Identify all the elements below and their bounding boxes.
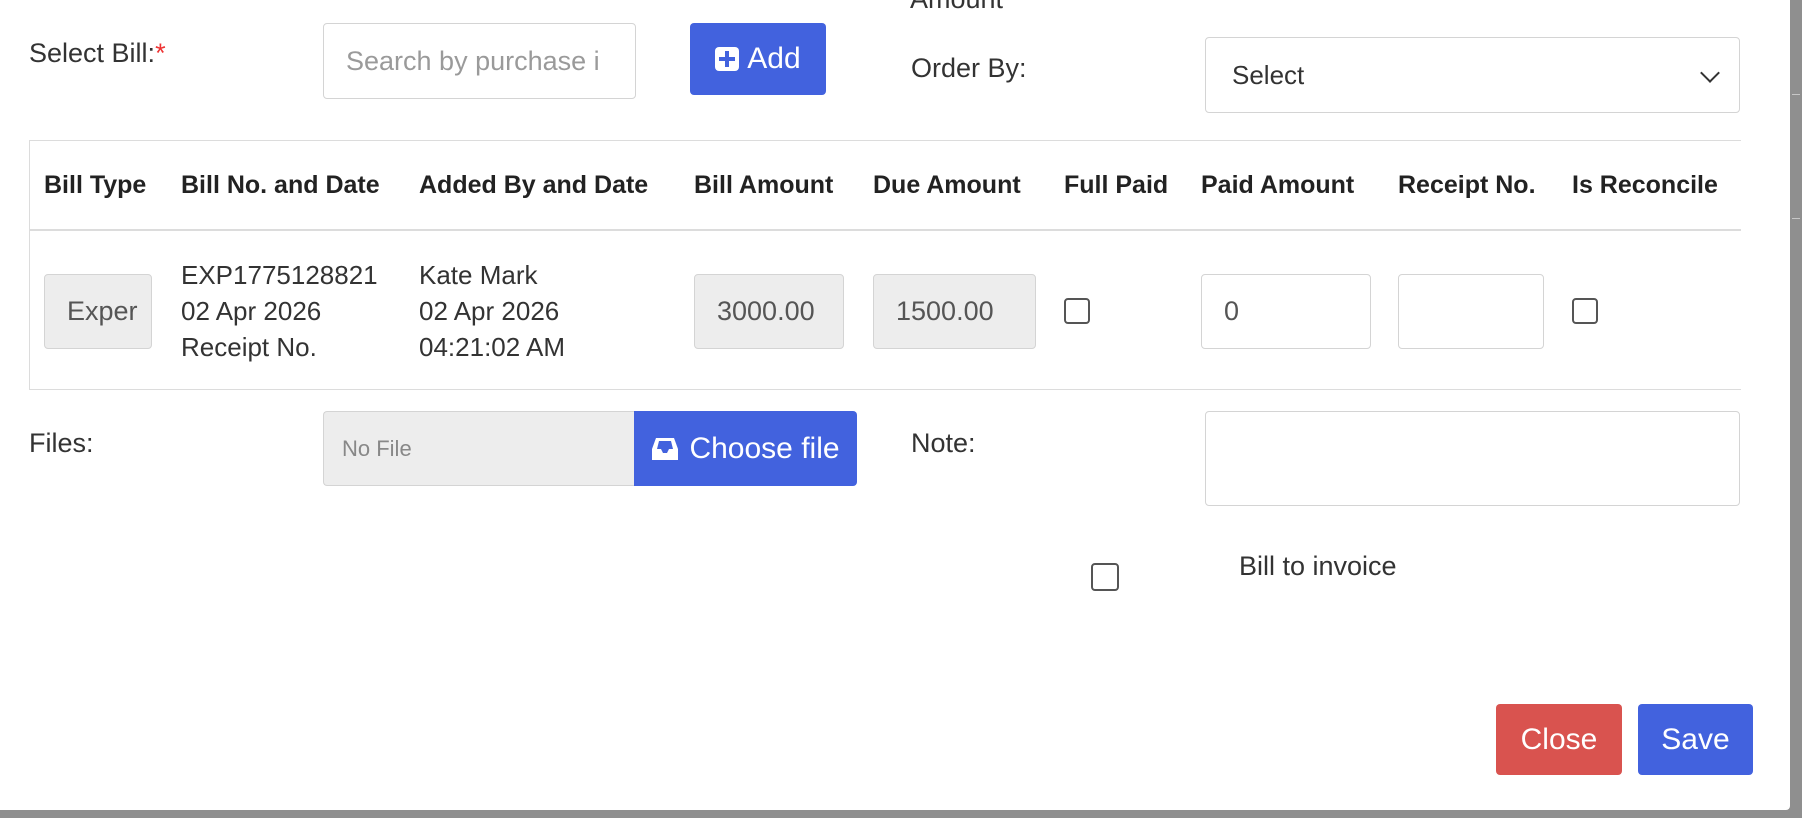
order-by-select[interactable]: Select <box>1205 37 1740 113</box>
col-header-paid-amount: Paid Amount <box>1201 171 1355 199</box>
col-header-full-paid: Full Paid <box>1064 171 1169 199</box>
table-header-divider <box>30 229 1741 231</box>
save-button-label: Save <box>1661 722 1730 756</box>
files-label: Files: <box>29 428 94 458</box>
paid-amount-value: 0 <box>1224 296 1240 326</box>
no-file-text: No File <box>342 435 412 461</box>
added-by-date-cell: Kate Mark 02 Apr 2026 04:21:02 AM <box>419 257 565 365</box>
bills-table: Bill Type Bill No. and Date Added By and… <box>29 140 1741 390</box>
col-header-bill-type: Bill Type <box>44 171 147 199</box>
bill-search-placeholder: Search by purchase i <box>346 45 600 76</box>
bill-no-date-cell: EXP1775128821 02 Apr 2026 Receipt No. <box>181 257 378 365</box>
bill-to-invoice-checkbox[interactable] <box>1091 563 1119 591</box>
close-button-label: Close <box>1520 722 1598 756</box>
order-by-label: Order By: <box>911 53 1027 83</box>
full-paid-checkbox[interactable] <box>1064 298 1090 324</box>
add-bill-button[interactable]: Add <box>690 23 826 95</box>
modal-backdrop-edge <box>1790 0 1802 818</box>
bill-type-value: Exper <box>67 296 138 326</box>
is-reconcile-checkbox[interactable] <box>1572 298 1598 324</box>
col-header-bill-no-date: Bill No. and Date <box>181 171 380 199</box>
due-amount-value: 1500.00 <box>896 296 994 326</box>
added-time: 04:21:02 AM <box>419 332 565 362</box>
amount-label: Amount <box>910 0 1003 15</box>
inbox-tray-icon <box>652 437 679 460</box>
choose-file-button[interactable]: Choose file <box>634 411 857 486</box>
required-asterisk: * <box>155 38 166 68</box>
select-bill-label-text: Select Bill: <box>29 38 156 68</box>
bill-receipt-label: Receipt No. <box>181 332 317 362</box>
choose-file-label: Choose file <box>689 431 840 465</box>
order-by-value: Select <box>1232 59 1305 90</box>
bill-amount-value: 3000.00 <box>717 296 815 326</box>
bill-to-invoice-label: Bill to invoice <box>1239 551 1397 581</box>
bill-search-input[interactable]: Search by purchase i <box>323 23 636 99</box>
backdrop-mark <box>1792 218 1800 219</box>
backdrop-mark <box>1792 94 1800 95</box>
added-by-name: Kate Mark <box>419 260 538 290</box>
note-textarea[interactable] <box>1205 411 1740 506</box>
close-button[interactable]: Close <box>1496 704 1622 775</box>
col-header-bill-amount: Bill Amount <box>694 171 834 199</box>
col-header-is-reconcile: Is Reconcile <box>1572 171 1718 199</box>
bill-date: 02 Apr 2026 <box>181 296 322 326</box>
file-name-display: No File <box>323 411 635 486</box>
added-date: 02 Apr 2026 <box>419 296 560 326</box>
plus-square-icon <box>715 47 740 71</box>
bill-number: EXP1775128821 <box>181 260 378 290</box>
save-button[interactable]: Save <box>1638 704 1753 775</box>
col-header-added-by-date: Added By and Date <box>419 171 649 199</box>
add-button-label: Add <box>747 42 801 75</box>
bill-type-field: Exper <box>44 274 152 349</box>
col-header-due-amount: Due Amount <box>873 171 1021 199</box>
receipt-no-input[interactable] <box>1398 274 1544 349</box>
bill-amount-field: 3000.00 <box>694 274 844 349</box>
due-amount-field: 1500.00 <box>873 274 1036 349</box>
paid-amount-input[interactable]: 0 <box>1201 274 1371 349</box>
add-payment-modal: Amount Select Bill:* Search by purchase … <box>0 0 1790 810</box>
select-bill-label: Select Bill:* <box>29 38 166 69</box>
chevron-down-icon <box>1700 63 1720 83</box>
note-label: Note: <box>911 428 976 458</box>
col-header-receipt-no: Receipt No. <box>1398 171 1536 199</box>
